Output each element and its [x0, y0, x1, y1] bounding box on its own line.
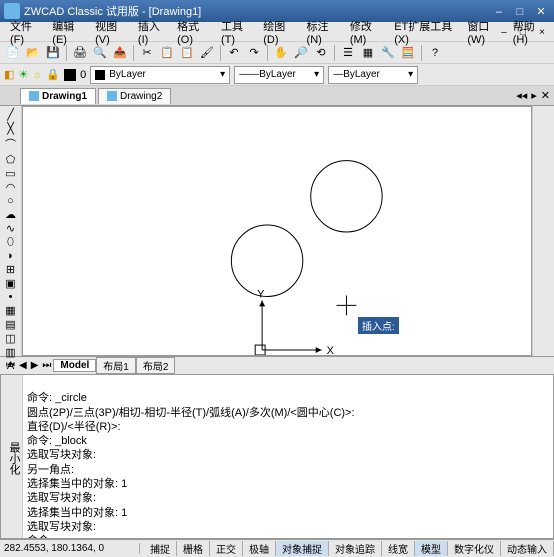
layer-dropdown[interactable]: ByLayer ▾ [90, 66, 230, 84]
menu-modify[interactable]: 修改(M) [344, 16, 388, 48]
tablet-button[interactable]: 数字化仪 [448, 541, 501, 556]
circle-shape[interactable] [231, 225, 302, 296]
svg-text:X: X [327, 345, 335, 355]
coordinates: 282.4553, 180.1364, 0 [0, 543, 140, 554]
ellipse-icon[interactable]: ⬯ [2, 236, 20, 249]
region-icon[interactable]: ◫ [2, 332, 20, 345]
command-window: 最小化 命令: _circle 圆点(2P)/三点(3P)/相切-相切-半径(T… [0, 374, 554, 539]
linetype-icon[interactable]: ☀ [18, 68, 28, 81]
sun-icon[interactable]: ☼ [32, 69, 42, 81]
drawing-icon [29, 91, 39, 101]
layout-next-icon[interactable]: ▶ [29, 360, 41, 371]
xline-icon[interactable]: ╳ [2, 122, 20, 135]
child-restore-button[interactable]: □ [515, 27, 531, 38]
insert-icon[interactable]: ⊞ [2, 263, 20, 276]
lock-icon[interactable]: 🔒 [46, 68, 60, 81]
child-close-button[interactable]: × [534, 27, 550, 38]
layer-icon[interactable]: ◧ [4, 68, 14, 81]
svg-text:Y: Y [257, 288, 265, 300]
block-icon[interactable]: ▣ [2, 277, 20, 290]
polygon-icon[interactable]: ⬠ [2, 153, 20, 166]
tab-drawing1[interactable]: Drawing1 [20, 88, 96, 104]
rectangle-icon[interactable]: ▭ [2, 167, 20, 180]
menu-edit[interactable]: 编辑(E) [46, 16, 89, 48]
layout2-tab[interactable]: 布局2 [136, 357, 176, 374]
cmd-side-label[interactable]: 最小化 [1, 375, 23, 538]
menu-dim[interactable]: 标注(N) [301, 16, 344, 48]
menu-et[interactable]: ET扩展工具(X) [388, 16, 461, 48]
tab-next-icon[interactable]: ▸ [531, 89, 537, 102]
child-minimize-button[interactable]: – [496, 27, 512, 38]
layout-prev-icon[interactable]: ◀ [17, 360, 29, 371]
color-icon[interactable] [64, 69, 76, 81]
hatch-icon[interactable]: ▦ [2, 304, 20, 317]
polar-button[interactable]: 极轴 [243, 541, 276, 556]
draw-toolbar: ╱ ╳ ⌒ ⬠ ▭ ◠ ○ ☁ ∿ ⬯ ◗ ⊞ ▣ • ▦ ▤ ◫ ▥ A [0, 106, 22, 356]
table-icon[interactable]: ▥ [2, 346, 20, 359]
polyline-icon[interactable]: ⌒ [2, 136, 20, 152]
otrack-button[interactable]: 对象追踪 [329, 541, 382, 556]
layout1-tab[interactable]: 布局1 [96, 357, 136, 374]
revcloud-icon[interactable]: ☁ [2, 208, 20, 221]
layer0-icon[interactable]: 0 [80, 69, 86, 81]
tab-prev-icon[interactable]: ◂◂ [516, 89, 527, 102]
tab-drawing2[interactable]: Drawing2 [98, 88, 171, 104]
menu-insert[interactable]: 插入(I) [132, 16, 171, 48]
ortho-button[interactable]: 正交 [210, 541, 243, 556]
ellipsearc-icon[interactable]: ◗ [2, 250, 20, 262]
document-tabs: Drawing1 Drawing2 ◂◂ ▸ ✕ [0, 86, 554, 106]
snap-button[interactable]: 捕捉 [144, 541, 177, 556]
arc-icon[interactable]: ◠ [2, 181, 20, 194]
linetype-dropdown[interactable]: —— ByLayer▾ [234, 66, 324, 84]
menu-view[interactable]: 视图(V) [89, 16, 132, 48]
toolbar-properties: ◧ ☀ ☼ 🔒 0 ByLayer ▾ —— ByLayer▾ — ByLaye… [0, 64, 554, 86]
model-button[interactable]: 模型 [415, 541, 448, 556]
menu-file[interactable]: 文件(F) [4, 16, 46, 48]
menu-tools[interactable]: 工具(T) [215, 16, 257, 48]
drawing-icon [107, 91, 117, 101]
menu-draw[interactable]: 绘图(D) [257, 16, 300, 48]
gradient-icon[interactable]: ▤ [2, 318, 20, 331]
ucs-icon: X Y [255, 288, 334, 355]
modify-toolbar [532, 106, 554, 356]
lineweight-dropdown[interactable]: — ByLayer▾ [328, 66, 418, 84]
circle-shape[interactable] [311, 161, 382, 232]
spline-icon[interactable]: ∿ [2, 222, 20, 235]
line-icon[interactable]: ╱ [2, 108, 20, 121]
grid-button[interactable]: 栅格 [177, 541, 210, 556]
tab-close-icon[interactable]: ✕ [541, 89, 550, 102]
layout-tabs: ⏮ ◀ ▶ ⏭ Model 布局1 布局2 [0, 356, 554, 374]
osnap-button[interactable]: 对象捕捉 [276, 541, 329, 556]
drawing-canvas[interactable]: X Y 插入点: [22, 106, 532, 356]
insert-tooltip: 插入点: [358, 317, 399, 334]
layout-last-icon[interactable]: ⏭ [40, 360, 53, 371]
lwt-button[interactable]: 线宽 [382, 541, 415, 556]
menu-format[interactable]: 格式(O) [171, 16, 215, 48]
command-history[interactable]: 命令: _circle 圆点(2P)/三点(3P)/相切-相切-半径(T)/弧线… [23, 375, 553, 538]
layout-first-icon[interactable]: ⏮ [4, 360, 17, 371]
menubar: 文件(F) 编辑(E) 视图(V) 插入(I) 格式(O) 工具(T) 绘图(D… [0, 22, 554, 42]
model-tab[interactable]: Model [53, 359, 96, 372]
dyn-button[interactable]: 动态输入 [501, 541, 554, 556]
workarea: ╱ ╳ ⌒ ⬠ ▭ ◠ ○ ☁ ∿ ⬯ ◗ ⊞ ▣ • ▦ ▤ ◫ ▥ A [0, 106, 554, 356]
circle-icon[interactable]: ○ [2, 195, 20, 207]
statusbar: 282.4553, 180.1364, 0 捕捉 栅格 正交 极轴 对象捕捉 对… [0, 539, 554, 557]
point-icon[interactable]: • [2, 291, 20, 303]
